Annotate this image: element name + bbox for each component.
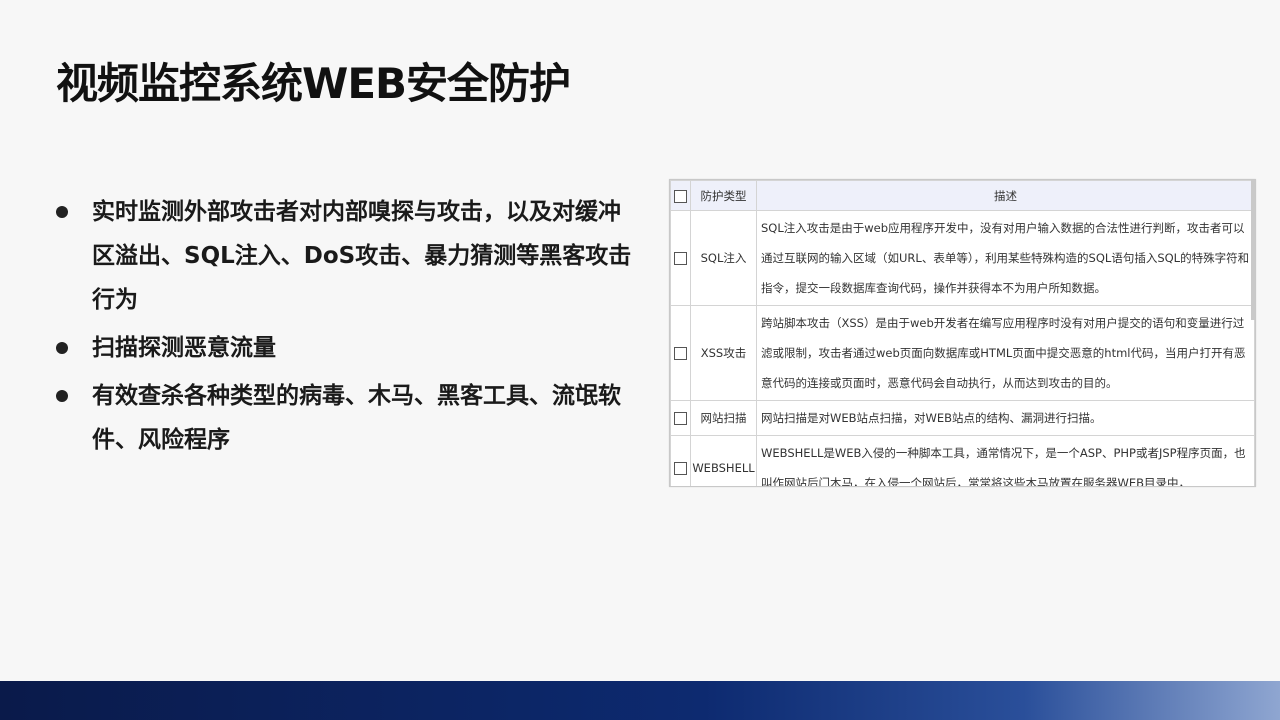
row-type: 网站扫描: [690, 400, 757, 436]
slide-title: 视频监控系统WEB安全防护: [56, 59, 571, 108]
table-scrollbar[interactable]: [1251, 180, 1255, 320]
header-type: 防护类型: [690, 180, 757, 211]
table-row: 网站扫描 网站扫描是对WEB站点扫描，对WEB站点的结构、漏洞进行扫描。: [670, 400, 1255, 436]
bullet-text: 扫描探测恶意流量: [92, 335, 276, 361]
protection-table: 防护类型 描述 SQL注入 SQL注入攻击是由于web应用程序开发中，没有对用户…: [670, 180, 1255, 486]
bullet-dot-icon: [56, 206, 68, 218]
table-row: WEBSHELL WEBSHELL是WEB入侵的一种脚本工具，通常情况下，是一个…: [670, 435, 1255, 486]
bullet-list: 实时监测外部攻击者对内部嗅探与攻击，以及对缓冲区溢出、SQL注入、DoS攻击、暴…: [56, 190, 636, 466]
row-desc: SQL注入攻击是由于web应用程序开发中，没有对用户输入数据的合法性进行判断，攻…: [756, 210, 1255, 306]
row-checkbox[interactable]: [674, 252, 687, 265]
bullet-text: 有效查杀各种类型的病毒、木马、黑客工具、流氓软件、风险程序: [92, 383, 621, 453]
row-type: WEBSHELL: [690, 435, 757, 486]
footer-bar: [0, 681, 1280, 720]
table-row: XSS攻击 跨站脚本攻击（XSS）是由于web开发者在编写应用程序时没有对用户提…: [670, 305, 1255, 401]
row-checkbox[interactable]: [674, 462, 687, 475]
table-row: SQL注入 SQL注入攻击是由于web应用程序开发中，没有对用户输入数据的合法性…: [670, 210, 1255, 306]
row-desc: 网站扫描是对WEB站点扫描，对WEB站点的结构、漏洞进行扫描。: [756, 400, 1255, 436]
row-desc: 跨站脚本攻击（XSS）是由于web开发者在编写应用程序时没有对用户提交的语句和变…: [756, 305, 1255, 401]
bullet-item: 实时监测外部攻击者对内部嗅探与攻击，以及对缓冲区溢出、SQL注入、DoS攻击、暴…: [56, 190, 636, 322]
table-header-row: 防护类型 描述: [670, 180, 1255, 211]
row-desc: WEBSHELL是WEB入侵的一种脚本工具，通常情况下，是一个ASP、PHP或者…: [756, 435, 1255, 486]
row-checkbox[interactable]: [674, 412, 687, 425]
row-type: SQL注入: [690, 210, 757, 306]
bullet-dot-icon: [56, 390, 68, 402]
select-all-checkbox[interactable]: [674, 189, 687, 203]
protection-table-screenshot: 防护类型 描述 SQL注入 SQL注入攻击是由于web应用程序开发中，没有对用户…: [669, 179, 1256, 487]
header-desc: 描述: [756, 180, 1255, 211]
header-checkbox-cell: [670, 180, 691, 211]
bullet-dot-icon: [56, 342, 68, 354]
bullet-item: 扫描探测恶意流量: [56, 326, 636, 370]
bullet-text: 实时监测外部攻击者对内部嗅探与攻击，以及对缓冲区溢出、SQL注入、DoS攻击、暴…: [92, 199, 632, 313]
row-checkbox[interactable]: [674, 347, 687, 360]
bullet-item: 有效查杀各种类型的病毒、木马、黑客工具、流氓软件、风险程序: [56, 374, 636, 462]
row-type: XSS攻击: [690, 305, 757, 401]
